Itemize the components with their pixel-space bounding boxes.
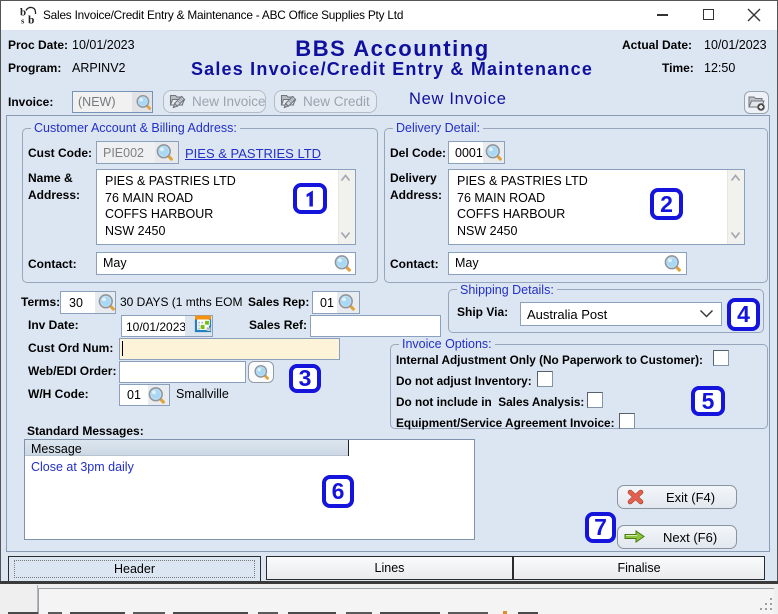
svg-text:b: b bbox=[28, 15, 34, 26]
